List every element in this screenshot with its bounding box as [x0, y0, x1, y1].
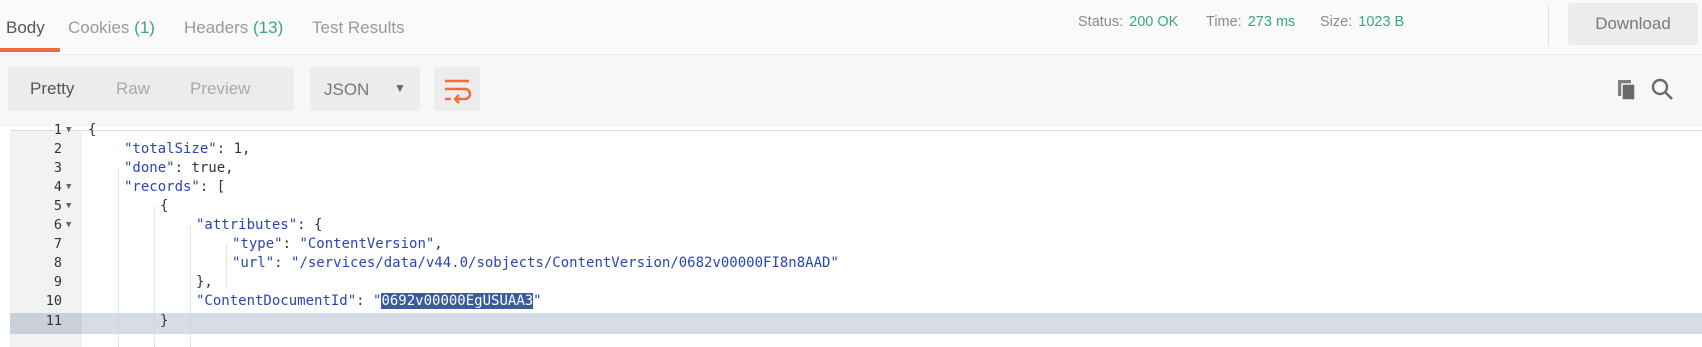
- download-button-label: Download: [1595, 14, 1671, 33]
- status-label: Status:: [1078, 14, 1124, 30]
- active-line-highlight: [10, 313, 1702, 334]
- indent-guide: [154, 207, 156, 347]
- json-string: "ContentVersion": [299, 236, 435, 252]
- code-line: "records": [: [124, 179, 225, 195]
- json-key: "totalSize": [124, 141, 217, 157]
- tab-headers-label: Headers: [184, 18, 249, 37]
- time-label: Time:: [1206, 14, 1242, 30]
- json-key: "ContentDocumentId": [196, 293, 357, 309]
- json-key: "url": [232, 255, 275, 271]
- line-number: 2: [53, 141, 62, 157]
- fold-toggle-icon[interactable]: ▼: [66, 220, 71, 230]
- copy-button[interactable]: [1612, 75, 1642, 105]
- time-value: 273 ms: [1247, 14, 1296, 30]
- copy-icon: [1618, 80, 1636, 101]
- code-text: :: [274, 255, 292, 271]
- response-tabs-bar: Body Cookies (1) Headers (13) Test Resul…: [0, 0, 1702, 55]
- download-button[interactable]: Download: [1568, 3, 1698, 45]
- wrap-lines-button[interactable]: [434, 67, 480, 111]
- line-number: 1: [53, 122, 62, 138]
- response-toolbar: Pretty Raw Preview JSON ▼: [0, 55, 1702, 127]
- caret-down-icon: ▼: [394, 81, 406, 95]
- code-text: : 1,: [216, 141, 251, 157]
- format-select-value: JSON: [324, 80, 370, 99]
- line-number: 8: [53, 255, 62, 271]
- time-info: Time: 273 ms: [1206, 14, 1295, 30]
- tab-headers[interactable]: Headers (13): [184, 18, 283, 38]
- indent-guide: [118, 169, 120, 347]
- line-number: 11: [45, 313, 62, 329]
- line-number: 4: [53, 179, 62, 195]
- tab-cookies-count: (1): [134, 18, 155, 37]
- divider: [1548, 6, 1549, 46]
- line-number: 9: [53, 274, 62, 290]
- line-number: 10: [45, 293, 62, 309]
- json-key: "done": [124, 160, 175, 176]
- code-line: {: [160, 198, 168, 214]
- json-key: "attributes": [196, 217, 298, 233]
- tab-headers-count: (13): [253, 18, 284, 37]
- code-text: },: [196, 274, 213, 290]
- fold-toggle-icon[interactable]: ▼: [66, 182, 71, 192]
- code-line: "attributes": {: [196, 217, 322, 233]
- size-value: 1023 B: [1358, 14, 1405, 30]
- line-number: 6: [53, 217, 62, 233]
- code-text: :: [356, 293, 374, 309]
- status-info: Status: 200 OK: [1078, 14, 1178, 30]
- tab-cookies[interactable]: Cookies (1): [68, 18, 155, 38]
- format-select[interactable]: JSON ▼: [310, 67, 420, 111]
- line-number: 5: [53, 198, 62, 214]
- code-text: ,: [434, 236, 443, 252]
- fold-toggle-icon[interactable]: ▼: [66, 201, 71, 211]
- tab-body-label: Body: [6, 18, 45, 37]
- code-line: "totalSize": 1,: [124, 141, 250, 157]
- code-text: : {: [297, 217, 323, 233]
- active-tab-indicator: [0, 48, 60, 52]
- selected-text: 0692v00000EgUSUAA3: [381, 293, 534, 309]
- line-number: 3: [53, 160, 62, 176]
- preview-button[interactable]: Preview: [190, 79, 250, 99]
- json-string: "/services/data/v44.0/sobjects/ContentVe…: [291, 255, 839, 271]
- tab-cookies-label: Cookies: [68, 18, 130, 37]
- code-text: : [: [199, 179, 226, 195]
- code-text: :: [282, 236, 300, 252]
- code-line: "done": true,: [124, 160, 234, 176]
- search-button[interactable]: [1648, 75, 1678, 105]
- search-icon: [1651, 78, 1673, 100]
- json-key: "type": [232, 236, 283, 252]
- view-mode-group: Pretty Raw Preview: [8, 67, 294, 111]
- code-line: "url": "/services/data/v44.0/sobjects/Co…: [232, 255, 839, 271]
- code-text: {: [160, 198, 169, 214]
- code-text: }: [160, 313, 169, 329]
- pretty-button[interactable]: Pretty: [30, 79, 74, 99]
- code-line: "ContentDocumentId": "0692v00000EgUSUAA3…: [196, 293, 542, 309]
- code-line: "type": "ContentVersion",: [232, 236, 443, 252]
- raw-button[interactable]: Raw: [116, 79, 150, 99]
- code-line: }: [160, 313, 168, 329]
- code-line: },: [196, 274, 213, 290]
- wrap-lines-icon: [445, 79, 472, 104]
- indent-guide: [190, 226, 192, 347]
- tab-test-results-label: Test Results: [312, 18, 405, 37]
- json-string: ": [533, 293, 542, 309]
- json-key: "records": [124, 179, 200, 195]
- size-info: Size: 1023 B: [1320, 14, 1404, 30]
- indent-guide: [226, 245, 228, 290]
- code-line: {: [88, 122, 96, 138]
- code-text: : true,: [174, 160, 234, 176]
- status-value: 200 OK: [1129, 14, 1179, 30]
- response-body-editor[interactable]: 1 2 3 4 5 6 7 8 9 10 11 ▼ ▼ ▼ ▼ { "total…: [10, 122, 1702, 347]
- code-text: {: [88, 122, 97, 138]
- tab-body[interactable]: Body: [6, 18, 45, 38]
- line-number: 7: [53, 236, 62, 252]
- size-label: Size:: [1320, 14, 1353, 30]
- tab-test-results[interactable]: Test Results: [312, 18, 405, 38]
- fold-toggle-icon[interactable]: ▼: [66, 125, 71, 135]
